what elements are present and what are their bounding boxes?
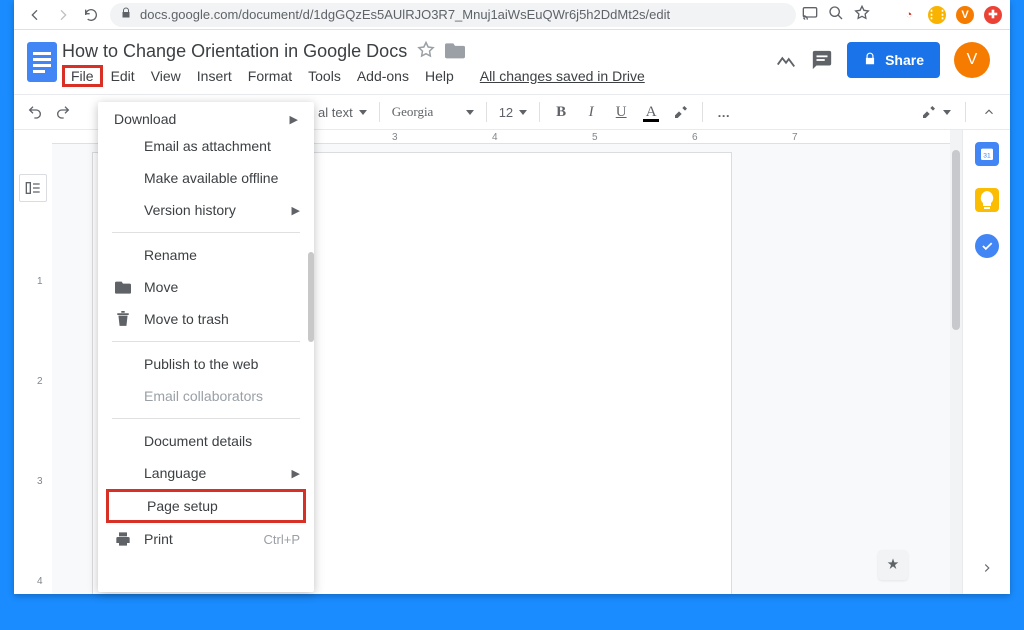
docs-header: How to Change Orientation in Google Docs… — [14, 30, 1010, 88]
back-button[interactable] — [22, 2, 48, 28]
menu-item-move[interactable]: Move — [98, 271, 314, 303]
forward-button[interactable] — [50, 2, 76, 28]
menu-item-page-setup[interactable]: Page setup — [106, 489, 306, 523]
profile-avatar[interactable]: V — [956, 6, 974, 24]
menu-item-rename[interactable]: Rename — [98, 239, 314, 271]
vertical-ruler[interactable]: 1 2 3 4 — [34, 166, 52, 630]
calendar-app-icon[interactable]: 31 — [975, 142, 999, 166]
ruler-tick: 5 — [592, 132, 598, 143]
font-size-value: 12 — [499, 105, 513, 120]
lock-icon — [120, 7, 132, 22]
paragraph-style-label: al text — [318, 105, 353, 120]
italic-button[interactable]: I — [578, 99, 604, 125]
docs-title-area: How to Change Orientation in Google Docs… — [62, 38, 645, 88]
move-folder-icon[interactable] — [445, 41, 465, 62]
menu-tools[interactable]: Tools — [300, 66, 349, 86]
collapse-toolbar-button[interactable] — [976, 99, 1002, 125]
menu-scrollbar[interactable] — [308, 252, 314, 342]
menu-format[interactable]: Format — [240, 66, 300, 86]
menu-item-make-offline[interactable]: Make available offline — [98, 162, 314, 194]
menu-edit[interactable]: Edit — [103, 66, 143, 86]
menu-item-email-attachment[interactable]: Email as attachment — [98, 130, 314, 162]
star-icon[interactable] — [417, 41, 435, 62]
paragraph-style-dropdown[interactable]: al text — [314, 99, 371, 125]
menu-item-version-history[interactable]: Version history ▶ — [98, 194, 314, 226]
menu-insert[interactable]: Insert — [189, 66, 240, 86]
lock-icon — [863, 52, 877, 69]
extension-icon-2[interactable]: ⋮⋮ — [928, 6, 946, 24]
zoom-icon[interactable] — [828, 5, 844, 24]
underline-button[interactable]: U — [608, 99, 634, 125]
highlight-button[interactable] — [668, 99, 694, 125]
browser-nav — [22, 2, 104, 28]
chevron-down-icon — [943, 110, 951, 115]
share-label: Share — [885, 52, 924, 68]
header-right: Share V — [775, 42, 1002, 78]
chevron-down-icon — [466, 110, 474, 115]
chevron-down-icon — [519, 110, 527, 115]
undo-button[interactable] — [22, 99, 48, 125]
right-sidebar: 31 — [962, 130, 1010, 594]
tasks-app-icon[interactable] — [975, 234, 999, 258]
share-button[interactable]: Share — [847, 42, 940, 78]
google-docs-window: docs.google.com/document/d/1dgGQzEs5AUlR… — [14, 0, 1010, 594]
title-row: How to Change Orientation in Google Docs — [62, 38, 645, 64]
explore-button[interactable] — [878, 550, 908, 580]
comments-icon[interactable] — [811, 49, 833, 71]
menu-view[interactable]: View — [143, 66, 189, 86]
menu-item-document-details[interactable]: Document details — [98, 425, 314, 457]
more-toolbar-button[interactable]: … — [711, 99, 737, 125]
browser-right: ◔ ⋮⋮ V ✚ — [802, 5, 1002, 24]
menu-file[interactable]: File — [62, 65, 103, 87]
redo-button[interactable] — [50, 99, 76, 125]
menu-item-publish-web[interactable]: Publish to the web — [98, 348, 314, 380]
menubar: File Edit View Insert Format Tools Add-o… — [62, 64, 645, 88]
keep-app-icon[interactable] — [975, 188, 999, 212]
print-icon — [114, 531, 132, 547]
activity-icon[interactable] — [775, 49, 797, 71]
ruler-tick: 4 — [492, 132, 498, 143]
ruler-tick: 6 — [692, 132, 698, 143]
menu-item-download[interactable]: Download ▶ — [98, 108, 314, 130]
menu-addons[interactable]: Add-ons — [349, 66, 417, 86]
saved-status[interactable]: All changes saved in Drive — [480, 68, 645, 84]
address-bar[interactable]: docs.google.com/document/d/1dgGQzEs5AUlR… — [110, 3, 796, 27]
chevron-right-icon: ▶ — [292, 467, 300, 480]
bookmark-star-icon[interactable] — [854, 5, 870, 24]
ruler-tick: 3 — [392, 132, 398, 143]
font-dropdown[interactable]: Georgia — [388, 99, 478, 125]
chevron-right-icon: ▶ — [290, 113, 298, 126]
text-color-button[interactable]: A — [638, 99, 664, 125]
reload-button[interactable] — [78, 2, 104, 28]
ruler-tick: 7 — [792, 132, 798, 143]
vertical-scrollbar[interactable] — [950, 130, 962, 594]
cast-icon[interactable] — [802, 6, 818, 23]
chevron-right-icon: ▶ — [292, 204, 300, 217]
menu-help[interactable]: Help — [417, 66, 462, 86]
extension-icon-3[interactable]: ✚ — [984, 6, 1002, 24]
extension-icon-1[interactable]: ◔ — [900, 6, 918, 24]
account-avatar[interactable]: V — [954, 42, 990, 78]
bold-button[interactable]: B — [548, 99, 574, 125]
url-text: docs.google.com/document/d/1dgGQzEs5AUlR… — [140, 7, 670, 22]
svg-text:31: 31 — [983, 152, 991, 159]
folder-icon — [114, 280, 132, 294]
docs-logo[interactable] — [22, 38, 62, 86]
menu-item-language[interactable]: Language ▶ — [98, 457, 314, 489]
chevron-down-icon — [359, 110, 367, 115]
font-size-control[interactable]: 12 — [495, 99, 531, 125]
menu-item-print[interactable]: Print Ctrl+P — [98, 523, 314, 555]
sidebar-collapse-button[interactable] — [980, 561, 994, 578]
menu-item-move-to-trash[interactable]: Move to trash — [98, 303, 314, 335]
browser-bar: docs.google.com/document/d/1dgGQzEs5AUlR… — [14, 0, 1010, 30]
editing-mode-dropdown[interactable] — [917, 99, 955, 125]
undo-redo-group — [22, 99, 76, 125]
shortcut-label: Ctrl+P — [264, 532, 300, 547]
font-label: Georgia — [392, 104, 434, 120]
trash-icon — [114, 311, 132, 327]
menu-item-email-collaborators: Email collaborators — [98, 380, 314, 412]
file-menu-dropdown: Download ▶ Email as attachment Make avai… — [98, 102, 314, 592]
doc-title[interactable]: How to Change Orientation in Google Docs — [62, 41, 407, 62]
